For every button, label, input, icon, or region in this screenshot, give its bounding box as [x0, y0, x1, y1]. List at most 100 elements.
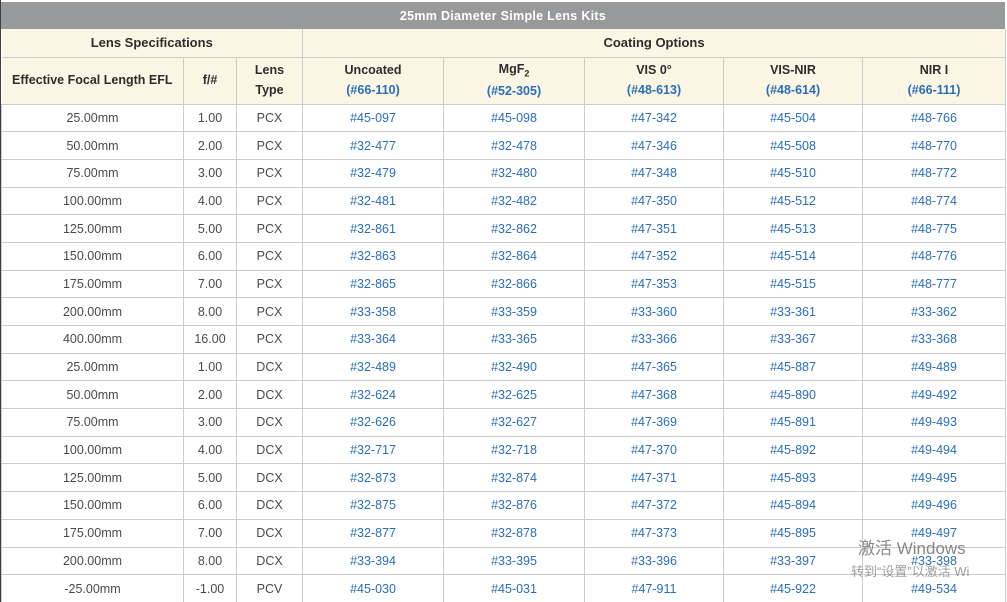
part-number-link[interactable]: #45-031	[491, 582, 537, 596]
lens-type-cell: PCX	[235, 325, 304, 354]
part-number-link[interactable]: #49-489	[911, 360, 957, 374]
part-number-link[interactable]: #48-775	[911, 222, 957, 236]
part-number-link[interactable]: #45-510	[770, 166, 816, 180]
part-number-link[interactable]: #45-097	[350, 111, 396, 125]
part-number-link[interactable]: #32-480	[491, 166, 537, 180]
part-number-link[interactable]: #47-911	[632, 582, 677, 596]
part-number-link[interactable]: #45-513	[770, 222, 816, 236]
part-number-link[interactable]: #47-365	[631, 360, 677, 374]
part-number-link[interactable]: #47-368	[631, 388, 677, 402]
part-number-link[interactable]: #33-367	[770, 332, 816, 346]
part-number-link[interactable]: #45-887	[770, 360, 816, 374]
part-number-link[interactable]: #45-504	[770, 111, 816, 125]
col-header-efl: Effective Focal Length EFL	[1, 56, 184, 105]
part-number-link[interactable]: #33-360	[631, 305, 677, 319]
part-number-link[interactable]: #45-508	[770, 139, 816, 153]
part-number-link[interactable]: #33-394	[350, 554, 396, 568]
part-number-link[interactable]: #32-877	[350, 526, 396, 540]
part-number-link[interactable]: #48-776	[911, 249, 957, 263]
part-number-link[interactable]: #45-890	[770, 388, 816, 402]
part-number-link[interactable]: #33-397	[770, 554, 816, 568]
part-number-link[interactable]: #45-030	[350, 582, 396, 596]
part-number-link[interactable]: #47-346	[631, 139, 677, 153]
part-number-link[interactable]: #32-878	[491, 526, 537, 540]
part-number-link[interactable]: #47-373	[631, 526, 677, 540]
part-number-link[interactable]: #33-364	[350, 332, 396, 346]
part-number-link[interactable]: #32-873	[350, 471, 396, 485]
part-number-link[interactable]: #32-864	[491, 249, 537, 263]
part-number-link[interactable]: #32-875	[350, 498, 396, 512]
part-number-link[interactable]: #33-396	[631, 554, 677, 568]
part-number-link[interactable]: #32-482	[491, 194, 537, 208]
part-number-link[interactable]: #33-398	[911, 554, 957, 568]
efl-cell: -25.00mm	[1, 574, 184, 602]
part-number-link[interactable]: #47-351	[631, 222, 677, 236]
part-number-link[interactable]: #49-492	[911, 388, 957, 402]
part-number-link[interactable]: #49-495	[911, 471, 957, 485]
part-number-link[interactable]: #32-479	[350, 166, 396, 180]
part-number-link[interactable]: #47-342	[631, 111, 677, 125]
part-number-link[interactable]: #45-892	[770, 443, 816, 457]
vis-nir-part-link[interactable]: (#48-614)	[766, 83, 820, 97]
part-number-link[interactable]: #32-862	[491, 222, 537, 236]
part-number-link[interactable]: #32-624	[350, 388, 396, 402]
part-number-link[interactable]: #33-368	[911, 332, 957, 346]
part-number-link[interactable]: #32-717	[350, 443, 396, 457]
part-number-link[interactable]: #32-865	[350, 277, 396, 291]
part-number-link[interactable]: #32-626	[350, 415, 396, 429]
part-number-link[interactable]: #33-395	[491, 554, 537, 568]
part-number-link[interactable]: #33-366	[631, 332, 677, 346]
part-number-link[interactable]: #45-891	[770, 415, 816, 429]
part-number-link[interactable]: #32-861	[350, 222, 396, 236]
part-number-link[interactable]: #49-493	[911, 415, 957, 429]
part-number-link[interactable]: #32-489	[350, 360, 396, 374]
part-number-link[interactable]: #45-894	[770, 498, 816, 512]
part-number-link[interactable]: #47-371	[631, 471, 677, 485]
part-number-link[interactable]: #32-481	[350, 194, 396, 208]
part-number-link[interactable]: #32-478	[491, 139, 537, 153]
part-number-link[interactable]: #32-866	[491, 277, 537, 291]
part-number-link[interactable]: #45-512	[770, 194, 816, 208]
part-number-link[interactable]: #32-718	[491, 443, 537, 457]
part-number-link[interactable]: #47-348	[631, 166, 677, 180]
part-number-link[interactable]: #49-534	[911, 582, 957, 596]
part-number-link[interactable]: #33-365	[491, 332, 537, 346]
part-number-link[interactable]: #32-874	[491, 471, 537, 485]
part-number-link[interactable]: #47-370	[631, 443, 677, 457]
part-number-link[interactable]: #47-350	[631, 194, 677, 208]
part-number-link[interactable]: #48-770	[911, 139, 957, 153]
part-number-link[interactable]: #47-353	[631, 277, 677, 291]
part-number-link[interactable]: #33-362	[911, 305, 957, 319]
f-number-cell: 7.00	[183, 269, 237, 299]
part-number-link[interactable]: #45-515	[770, 277, 816, 291]
part-number-link[interactable]: #45-514	[770, 249, 816, 263]
mgf2-part-link[interactable]: (#52-305)	[487, 84, 541, 98]
part-number-link[interactable]: #49-496	[911, 498, 957, 512]
part-number-link[interactable]: #49-494	[911, 443, 957, 457]
part-number-link[interactable]: #48-774	[911, 194, 957, 208]
vis0-part-link[interactable]: (#48-613)	[627, 83, 681, 97]
part-number-link[interactable]: #49-497	[911, 526, 957, 540]
part-number-link[interactable]: #33-359	[491, 305, 537, 319]
part-number-link[interactable]: #32-490	[491, 360, 537, 374]
part-number-link[interactable]: #48-766	[911, 111, 957, 125]
part-number-link[interactable]: #48-772	[911, 166, 957, 180]
part-number-link[interactable]: #45-895	[770, 526, 816, 540]
part-number-link[interactable]: #33-361	[770, 305, 816, 319]
part-number-link[interactable]: #47-352	[631, 249, 677, 263]
part-number-link[interactable]: #48-777	[911, 277, 957, 291]
part-number-link[interactable]: #32-863	[350, 249, 396, 263]
part-number-link[interactable]: #47-369	[631, 415, 677, 429]
part-number-link[interactable]: #32-876	[491, 498, 537, 512]
part-number-link[interactable]: #47-372	[631, 498, 677, 512]
part-number-link[interactable]: #32-477	[350, 139, 396, 153]
part-number-link[interactable]: #33-358	[350, 305, 396, 319]
col-header-f-number: f/#	[183, 56, 237, 105]
part-number-link[interactable]: #32-625	[491, 388, 537, 402]
part-number-link[interactable]: #32-627	[491, 415, 537, 429]
nir1-part-link[interactable]: (#66-111)	[908, 83, 961, 97]
part-number-link[interactable]: #45-893	[770, 471, 816, 485]
part-number-link[interactable]: #45-922	[770, 582, 816, 596]
uncoated-part-link[interactable]: (#66-110)	[346, 83, 400, 97]
part-number-link[interactable]: #45-098	[491, 111, 537, 125]
